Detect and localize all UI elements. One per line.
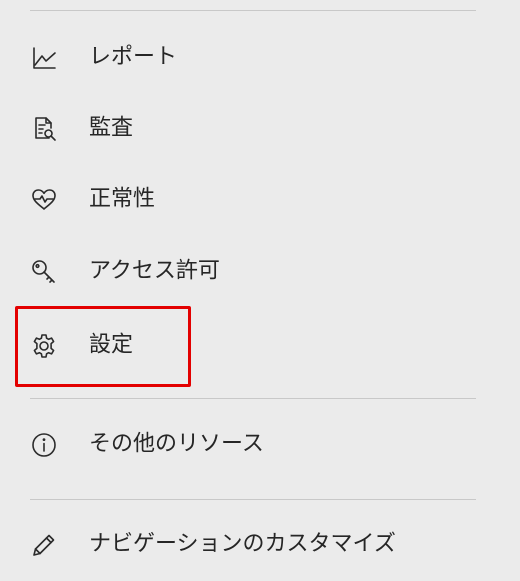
menu-item-label: アクセス許可: [89, 258, 220, 284]
divider-bottom: [30, 499, 476, 500]
menu-item-report[interactable]: レポート: [0, 28, 520, 88]
menu-item-health[interactable]: 正常性: [0, 170, 520, 230]
menu-item-label: 正常性: [89, 186, 156, 212]
menu-item-label: その他のリソース: [89, 431, 264, 457]
menu-item-audit[interactable]: 監査: [0, 99, 520, 159]
pencil-icon: [29, 530, 59, 560]
key-icon: [29, 257, 59, 287]
menu-item-label: レポート: [89, 44, 178, 70]
menu-item-other-resources[interactable]: その他のリソース: [0, 415, 520, 475]
menu-item-label: 監査: [89, 115, 134, 141]
divider-top: [30, 10, 476, 11]
menu-item-access[interactable]: アクセス許可: [0, 242, 520, 302]
menu-item-customize-nav[interactable]: ナビゲーションのカスタマイズ: [0, 515, 520, 575]
menu-item-label: ナビゲーションのカスタマイズ: [89, 531, 396, 557]
heart-pulse-icon: [29, 185, 59, 215]
info-icon: [29, 430, 59, 460]
divider-middle: [30, 398, 476, 399]
document-search-icon: [29, 114, 59, 144]
line-chart-icon: [29, 43, 59, 73]
highlight-box: [15, 306, 191, 387]
